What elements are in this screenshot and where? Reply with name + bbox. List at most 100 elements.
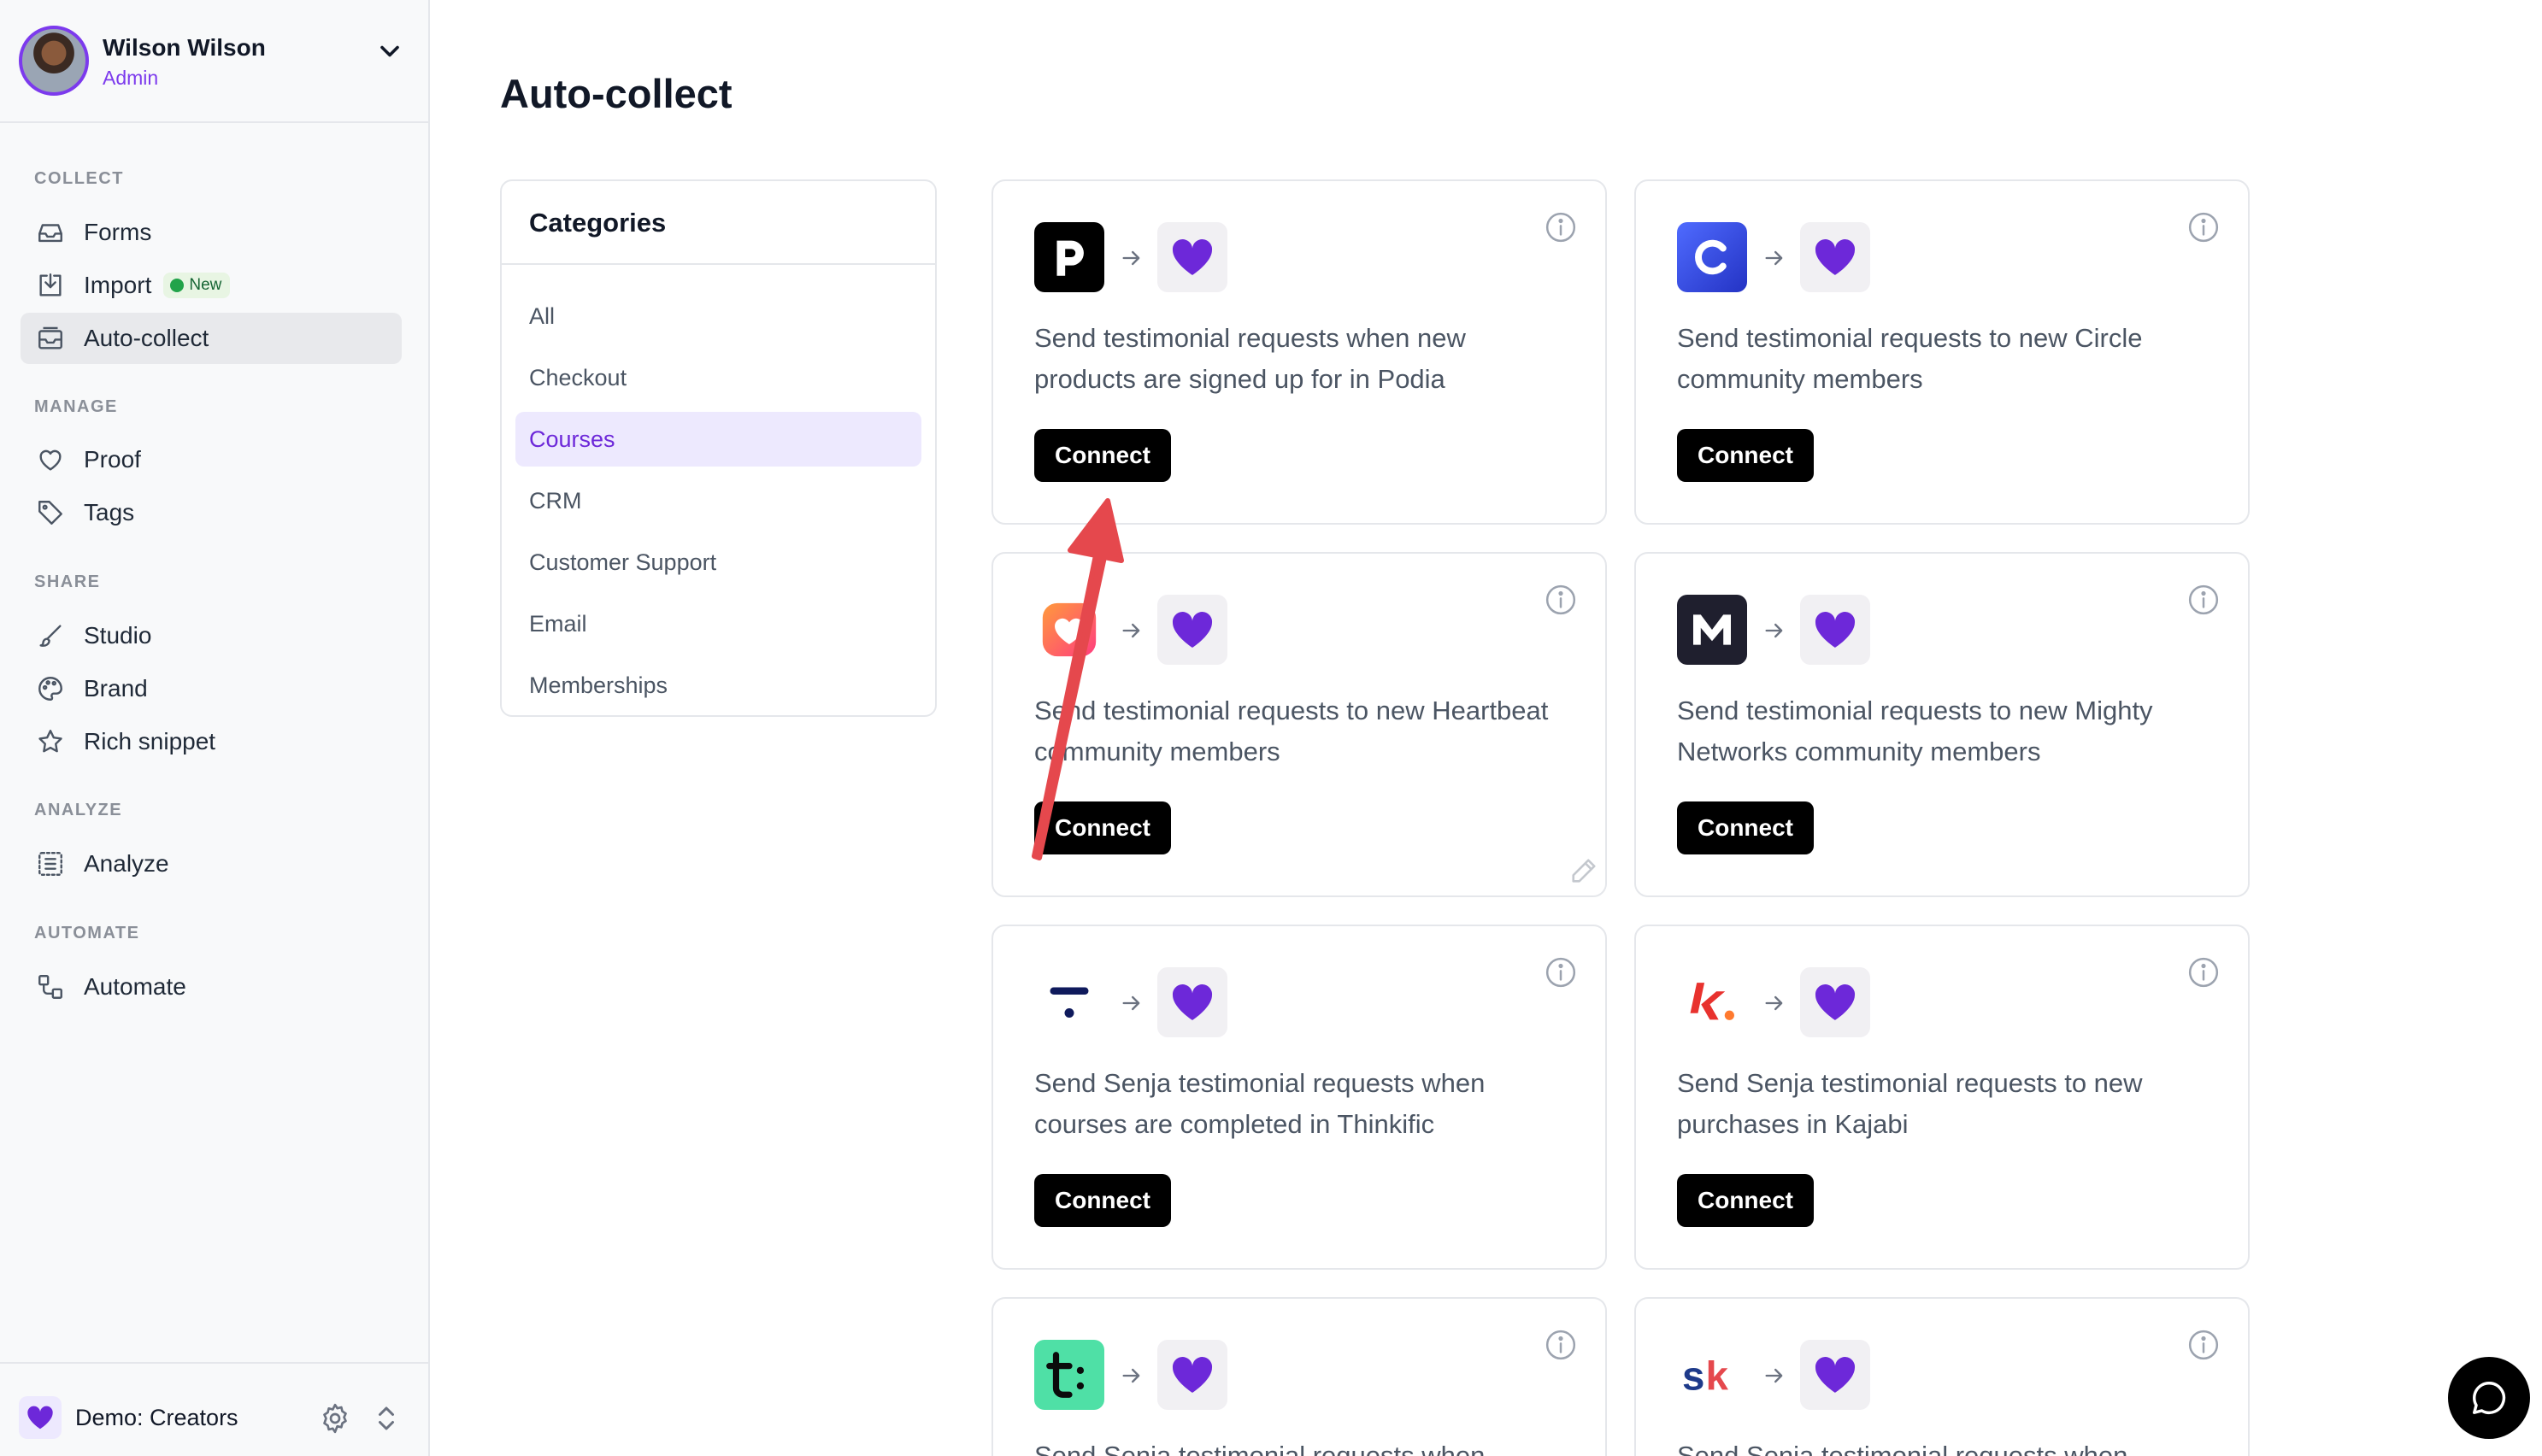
- sidebar-item-analyze[interactable]: Analyze: [21, 838, 402, 889]
- sidebar-item-proof[interactable]: Proof: [21, 434, 402, 485]
- sidebar-item-auto-collect[interactable]: Auto-collect: [21, 313, 402, 364]
- info-icon[interactable]: [2186, 1328, 2221, 1362]
- info-icon[interactable]: [2186, 210, 2221, 244]
- sidebar-item-label: Import: [84, 272, 152, 298]
- sidebar-item-label: Proof: [84, 446, 141, 473]
- teachable-logo: [1034, 1340, 1104, 1410]
- podia-logo: [1034, 222, 1104, 292]
- palette-icon: [34, 672, 67, 705]
- chat-icon: [2473, 1382, 2506, 1414]
- globe-icon: [170, 279, 185, 292]
- senja-heart-icon: [1800, 595, 1870, 665]
- workspace-switcher[interactable]: Demo: Creators: [0, 1362, 428, 1456]
- pencil-icon[interactable]: [1566, 853, 1602, 889]
- connect-button[interactable]: Connect: [1677, 801, 1814, 854]
- arrow-right-icon: [1765, 250, 1783, 266]
- connect-button[interactable]: Connect: [1034, 1174, 1171, 1227]
- sidebar-item-automate[interactable]: Automate: [21, 961, 402, 1013]
- info-icon[interactable]: [2186, 955, 2221, 989]
- category-email[interactable]: Email: [515, 596, 921, 651]
- mighty-networks-logo: [1677, 595, 1747, 665]
- integration-card-podia: Send testimonial requests when new produ…: [991, 179, 1607, 525]
- arrow-right-icon: [1122, 995, 1140, 1011]
- connect-button[interactable]: Connect: [1034, 801, 1171, 854]
- category-crm[interactable]: CRM: [515, 473, 921, 528]
- tag-icon: [34, 496, 67, 529]
- category-customer-support[interactable]: Customer Support: [515, 535, 921, 590]
- category-memberships[interactable]: Memberships: [515, 658, 921, 713]
- sidebar-item-label: Forms: [84, 219, 152, 245]
- user-menu[interactable]: Wilson Wilson Admin: [0, 0, 428, 123]
- categories-panel: Categories All Checkout Courses CRM Cust…: [500, 179, 937, 717]
- integration-description: Send testimonial requests to new Mighty …: [1677, 696, 2153, 766]
- integration-description: Send Senja testimonial requests when cou…: [1034, 1068, 1486, 1139]
- senja-heart-icon: [1157, 967, 1227, 1037]
- chevron-down-icon[interactable]: [374, 36, 405, 67]
- integration-card-thinkific: Send Senja testimonial requests when cou…: [991, 925, 1607, 1270]
- connect-button[interactable]: Connect: [1034, 429, 1171, 482]
- integration-card-skool: s k Send Senja testimonial requests when: [1634, 1297, 2250, 1456]
- arrow-right-icon: [1122, 1368, 1140, 1383]
- integration-card-heartbeat: Send testimonial requests to new Heartbe…: [991, 552, 1607, 897]
- sidebar-item-tags[interactable]: Tags: [21, 487, 402, 538]
- section-label-analyze: ANALYZE: [34, 801, 123, 819]
- sidebar-item-label: Automate: [84, 973, 186, 1000]
- info-icon[interactable]: [1544, 210, 1578, 244]
- info-icon[interactable]: [1544, 955, 1578, 989]
- senja-heart-icon: [1800, 967, 1870, 1037]
- user-role: Admin: [103, 67, 159, 89]
- sidebar-item-label: Tags: [84, 499, 135, 525]
- sidebar-item-rich-snippet[interactable]: Rich snippet: [21, 716, 402, 767]
- mail-stack-icon: [34, 322, 67, 355]
- sidebar-item-label: Auto-collect: [84, 325, 209, 351]
- chevron-updown-icon[interactable]: [371, 1401, 402, 1435]
- arrow-right-icon: [1765, 623, 1783, 638]
- sidebar-item-brand[interactable]: Brand: [21, 663, 402, 714]
- chat-launcher-button[interactable]: [2448, 1357, 2530, 1439]
- user-name: Wilson Wilson: [103, 34, 266, 61]
- integration-description: Send Senja testimonial requests to new p…: [1677, 1068, 2143, 1139]
- sidebar-item-forms[interactable]: Forms: [21, 207, 402, 258]
- info-icon[interactable]: [2186, 583, 2221, 617]
- star-icon: [34, 725, 67, 758]
- senja-heart-icon: [1157, 222, 1227, 292]
- list-icon: [34, 848, 67, 880]
- sidebar-item-studio[interactable]: Studio: [21, 610, 402, 661]
- circle-logo: [1677, 222, 1747, 292]
- arrow-right-icon: [1765, 995, 1783, 1011]
- info-icon[interactable]: [1544, 583, 1578, 617]
- sidebar-item-label: Analyze: [84, 850, 169, 877]
- connect-button[interactable]: Connect: [1677, 429, 1814, 482]
- section-label-automate: AUTOMATE: [34, 924, 140, 942]
- sidebar-item-label: Studio: [84, 622, 152, 649]
- arrow-right-icon: [1122, 623, 1140, 638]
- category-courses[interactable]: Courses: [515, 412, 921, 467]
- connect-button[interactable]: Connect: [1677, 1174, 1814, 1227]
- senja-heart-icon: [1800, 1340, 1870, 1410]
- category-checkout[interactable]: Checkout: [515, 350, 921, 405]
- workflow-icon: [34, 971, 67, 1003]
- page-title: Auto-collect: [500, 71, 733, 116]
- integration-description: Send Senja testimonial requests when: [1677, 1441, 2128, 1456]
- workspace-name: Demo: Creators: [75, 1405, 238, 1430]
- arrow-right-icon: [1765, 1368, 1783, 1383]
- senja-heart-icon: [1157, 1340, 1227, 1410]
- sidebar: Wilson Wilson Admin COLLECT Forms Import…: [0, 0, 430, 1456]
- section-label-share: SHARE: [34, 572, 101, 591]
- sidebar-item-import[interactable]: Import New: [21, 260, 402, 311]
- integration-card-teachable: Send Senja testimonial requests when: [991, 1297, 1607, 1456]
- category-all[interactable]: All: [515, 289, 921, 343]
- integration-description: Send testimonial requests to new Circle …: [1677, 323, 2143, 394]
- avatar: [19, 26, 89, 96]
- sidebar-item-label: Brand: [84, 675, 148, 702]
- integration-description: Send Senja testimonial requests when: [1034, 1441, 1486, 1456]
- sidebar-item-label: Rich snippet: [84, 728, 216, 754]
- info-icon[interactable]: [1544, 1328, 1578, 1362]
- integration-card-kajabi: Send Senja testimonial requests to new p…: [1634, 925, 2250, 1270]
- categories-title: Categories: [502, 181, 935, 265]
- gear-icon[interactable]: [318, 1401, 352, 1435]
- section-label-collect: COLLECT: [34, 169, 124, 188]
- brush-icon: [34, 619, 67, 652]
- section-label-manage: MANAGE: [34, 397, 118, 416]
- senja-heart-icon: [1157, 595, 1227, 665]
